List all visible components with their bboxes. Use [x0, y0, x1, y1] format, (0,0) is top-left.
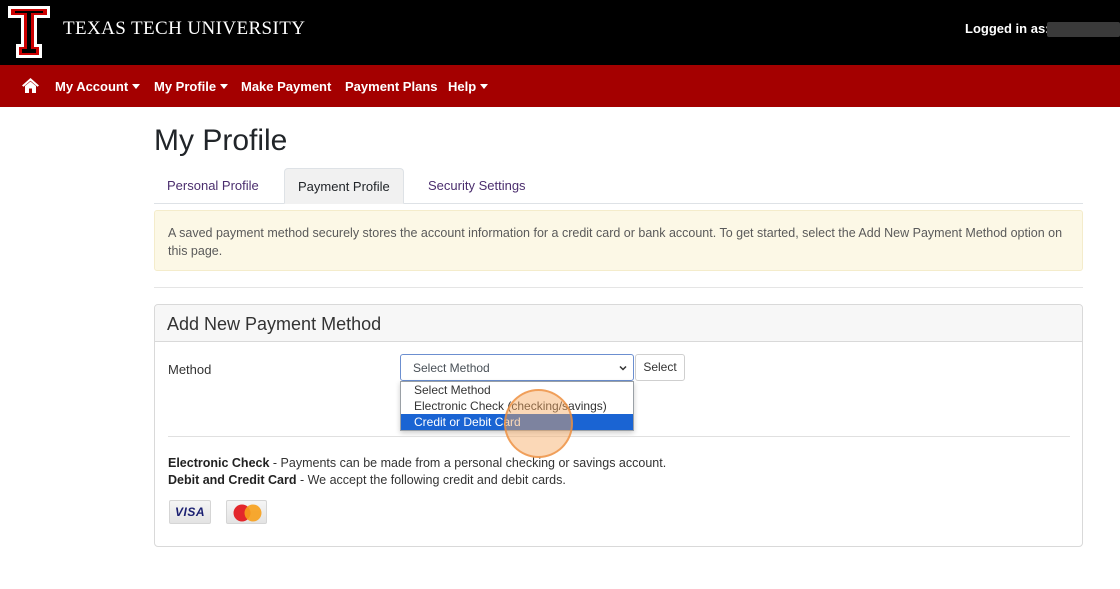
card-divider: [168, 436, 1070, 437]
visa-logo: VISA: [169, 500, 211, 524]
card-title: Add New Payment Method: [167, 314, 382, 334]
nav-payment-plans[interactable]: Payment Plans: [345, 79, 438, 94]
tab-personal-profile[interactable]: Personal Profile: [154, 168, 272, 204]
main-nav: My Account My Profile Make Payment Payme…: [0, 65, 1120, 107]
nav-my-account[interactable]: My Account: [55, 79, 141, 94]
username-redacted: [1047, 22, 1120, 37]
card-info: Debit and Credit Card - We accept the fo…: [168, 473, 566, 487]
nav-my-profile[interactable]: My Profile: [154, 79, 229, 94]
electronic-check-info: Electronic Check - Payments can be made …: [168, 456, 666, 470]
method-label: Method: [168, 362, 212, 377]
section-divider: [154, 287, 1083, 288]
method-select[interactable]: Select Method: [400, 354, 634, 381]
method-dropdown-list: Select Method Electronic Check (checking…: [400, 381, 634, 431]
select-button[interactable]: Select: [635, 354, 685, 381]
caret-down-icon: [220, 84, 229, 89]
nav-make-payment[interactable]: Make Payment: [241, 79, 331, 94]
tab-security-settings[interactable]: Security Settings: [415, 168, 539, 204]
electronic-check-desc: - Payments can be made from a personal c…: [269, 456, 667, 470]
home-icon[interactable]: [21, 77, 40, 94]
add-payment-method-card: Add New Payment Method Method Select Met…: [154, 304, 1083, 547]
method-select-value: Select Method: [413, 361, 490, 375]
mastercard-circles-icon: [233, 504, 262, 522]
info-alert: A saved payment method securely stores t…: [154, 210, 1083, 271]
logged-in-label: Logged in as:: [965, 21, 1050, 36]
page-title: My Profile: [154, 124, 288, 157]
option-credit-debit-card[interactable]: Credit or Debit Card: [401, 414, 633, 430]
university-name: TEXAS TECH UNIVERSITY: [63, 18, 306, 39]
option-electronic-check[interactable]: Electronic Check (checking/savings): [401, 398, 633, 414]
tab-payment-profile[interactable]: Payment Profile: [284, 168, 404, 204]
top-header: TEXAS TECH UNIVERSITY Logged in as:: [0, 0, 1120, 65]
mastercard-logo: [226, 500, 267, 524]
card-header: Add New Payment Method: [155, 305, 1082, 342]
nav-help[interactable]: Help: [448, 79, 489, 94]
electronic-check-term: Electronic Check: [168, 456, 270, 470]
caret-down-icon: [132, 84, 141, 89]
option-select-method[interactable]: Select Method: [401, 382, 633, 398]
caret-down-icon: [480, 84, 489, 89]
card-desc: - We accept the following credit and deb…: [296, 473, 566, 487]
texas-tech-logo[interactable]: [6, 4, 52, 60]
chevron-down-icon: [619, 365, 627, 371]
card-term: Debit and Credit Card: [168, 473, 297, 487]
